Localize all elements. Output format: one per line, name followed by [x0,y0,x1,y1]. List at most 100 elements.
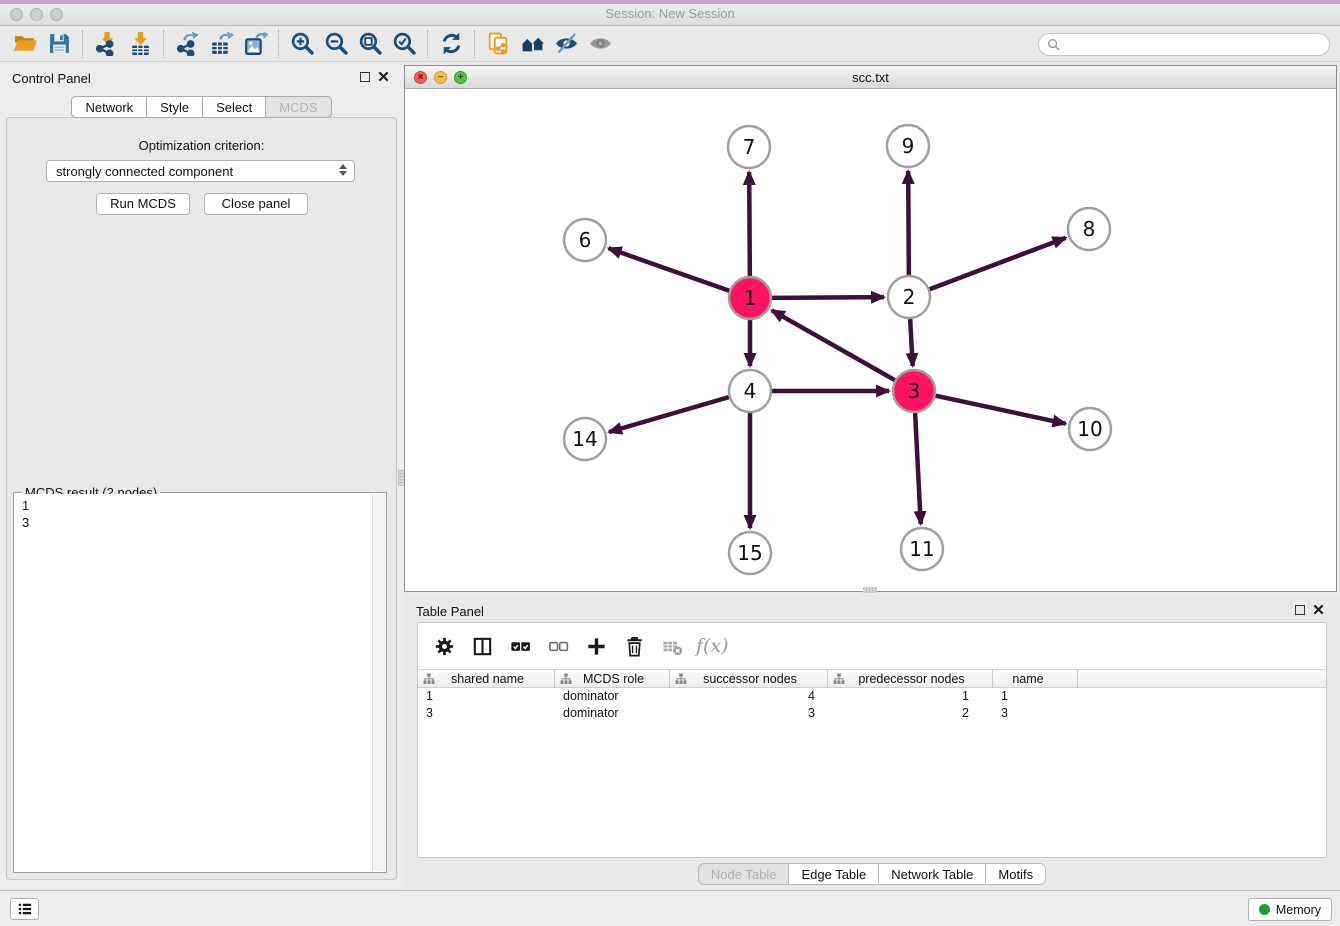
graph-node-11[interactable]: 11 [901,528,943,570]
run-mcds-button[interactable]: Run MCDS [96,193,190,215]
table-cell[interactable]: 1 [828,688,993,705]
search-input[interactable] [1065,38,1321,52]
zoom-fit-button[interactable] [353,29,387,59]
tab-node-table[interactable]: Node Table [698,863,790,885]
graph-edge-1-7[interactable] [749,172,750,276]
hide-network-button[interactable] [549,29,583,59]
function-builder-button[interactable]: f(x) [696,635,729,657]
graph-node-1[interactable]: 1 [729,277,771,319]
graph-node-3[interactable]: 3 [893,370,935,412]
clone-network-button[interactable] [481,29,515,59]
tab-select[interactable]: Select [203,96,266,118]
close-table-panel-icon[interactable] [1313,604,1324,615]
network-splitter-grip[interactable] [863,587,877,593]
zoom-in-button[interactable] [285,29,319,59]
table-cell[interactable]: 2 [828,705,993,722]
export-image-button[interactable] [238,29,272,59]
graph-node-15[interactable]: 15 [729,532,771,574]
tab-style[interactable]: Style [147,96,203,118]
table-cell[interactable]: 3 [670,705,828,722]
import-table-button[interactable] [123,29,157,59]
node-label-8: 8 [1083,217,1096,241]
search-box[interactable] [1038,33,1330,56]
delete-column-button[interactable] [618,630,650,662]
show-network-button[interactable] [583,29,617,59]
graph-edge-2-8[interactable] [930,238,1066,289]
graph-edge-1-2[interactable] [772,297,884,298]
network-window-titlebar[interactable]: × − + scc.txt [405,66,1336,89]
mcds-panel: Optimization criterion: strongly connect… [6,117,397,880]
memory-button[interactable]: Memory [1248,898,1332,921]
table-row[interactable]: 3dominator323 [418,705,1326,722]
open-session-button[interactable] [8,29,42,59]
tab-network-table[interactable]: Network Table [879,863,986,885]
graph-node-7[interactable]: 7 [728,126,770,168]
tab-edge-table[interactable]: Edge Table [789,863,879,885]
table-row[interactable]: 1dominator411 [418,688,1326,705]
graph-node-6[interactable]: 6 [564,219,606,261]
show-panels-button[interactable] [10,898,39,920]
close-panel-button[interactable]: Close panel [204,193,308,215]
home-button[interactable] [515,29,549,59]
graph-edge-3-1[interactable] [772,310,895,380]
table-settings-button[interactable] [428,630,460,662]
column-header-predecessor-nodes[interactable]: predecessor nodes [828,670,993,687]
graph-edge-2-3[interactable] [910,319,913,366]
result-scrollbar[interactable] [372,494,385,871]
graph-edge-1-6[interactable] [609,248,730,290]
column-header-successor-nodes[interactable]: successor nodes [670,670,828,687]
zoom-selected-button[interactable] [387,29,421,59]
table-cell[interactable]: 4 [670,688,828,705]
graph-node-10[interactable]: 10 [1069,408,1111,450]
tab-motifs[interactable]: Motifs [986,863,1046,885]
graph-edge-3-11[interactable] [915,413,921,524]
graph-edge-4-14[interactable] [609,397,729,432]
add-column-button[interactable] [580,630,612,662]
graph-edge-3-10[interactable] [936,396,1066,424]
zoom-out-button[interactable] [319,29,353,59]
graph-node-8[interactable]: 8 [1068,208,1110,250]
close-panel-icon[interactable] [378,71,389,82]
column-header-shared-name[interactable]: shared name [418,670,555,687]
window-titlebar: Session: New Session [0,0,1340,26]
refresh-view-button[interactable] [434,29,468,59]
float-table-panel-icon[interactable] [1295,605,1305,615]
import-network-button[interactable] [89,29,123,59]
table-cell[interactable]: dominator [555,688,670,705]
memory-label: Memory [1276,903,1321,917]
delete-table-button[interactable] [656,630,688,662]
graph-node-2[interactable]: 2 [888,276,930,318]
table-cell[interactable]: dominator [555,705,670,722]
zoom-out-icon [324,31,349,56]
table-toolbar: f(x) [418,623,1326,669]
import-network-icon [94,31,119,56]
table-cell[interactable]: 3 [418,705,555,722]
tab-mcds[interactable]: MCDS [266,96,331,118]
column-header-mcds-role[interactable]: MCDS role [555,670,670,687]
table-cell[interactable]: 3 [993,705,1078,722]
graph-edge-2-9[interactable] [908,171,909,275]
trash-icon [623,635,646,658]
table-cell[interactable]: 1 [993,688,1078,705]
export-network-button[interactable] [170,29,204,59]
network-canvas[interactable]: 7 9 6 8 1 2 4 3 14 10 15 11 [405,89,1336,592]
node-label-3: 3 [908,379,921,403]
search-icon [1047,38,1060,51]
table-cell[interactable]: 1 [418,688,555,705]
graph-node-9[interactable]: 9 [887,125,929,167]
accent-strip [0,0,1340,4]
select-all-icon [509,635,532,658]
save-session-button[interactable] [42,29,76,59]
graph-node-14[interactable]: 14 [564,418,606,460]
column-header-name[interactable]: name [993,670,1078,687]
graph-node-4[interactable]: 4 [729,370,771,412]
float-panel-icon[interactable] [360,72,370,82]
toggle-column-view-button[interactable] [466,630,498,662]
export-table-button[interactable] [204,29,238,59]
select-all-button[interactable] [504,630,536,662]
tab-network[interactable]: Network [71,96,147,118]
unselect-all-button[interactable] [542,630,574,662]
mcds-result-text[interactable]: 1 3 [15,494,372,871]
refresh-icon [439,31,464,56]
criterion-dropdown[interactable]: strongly connected component [46,160,355,182]
